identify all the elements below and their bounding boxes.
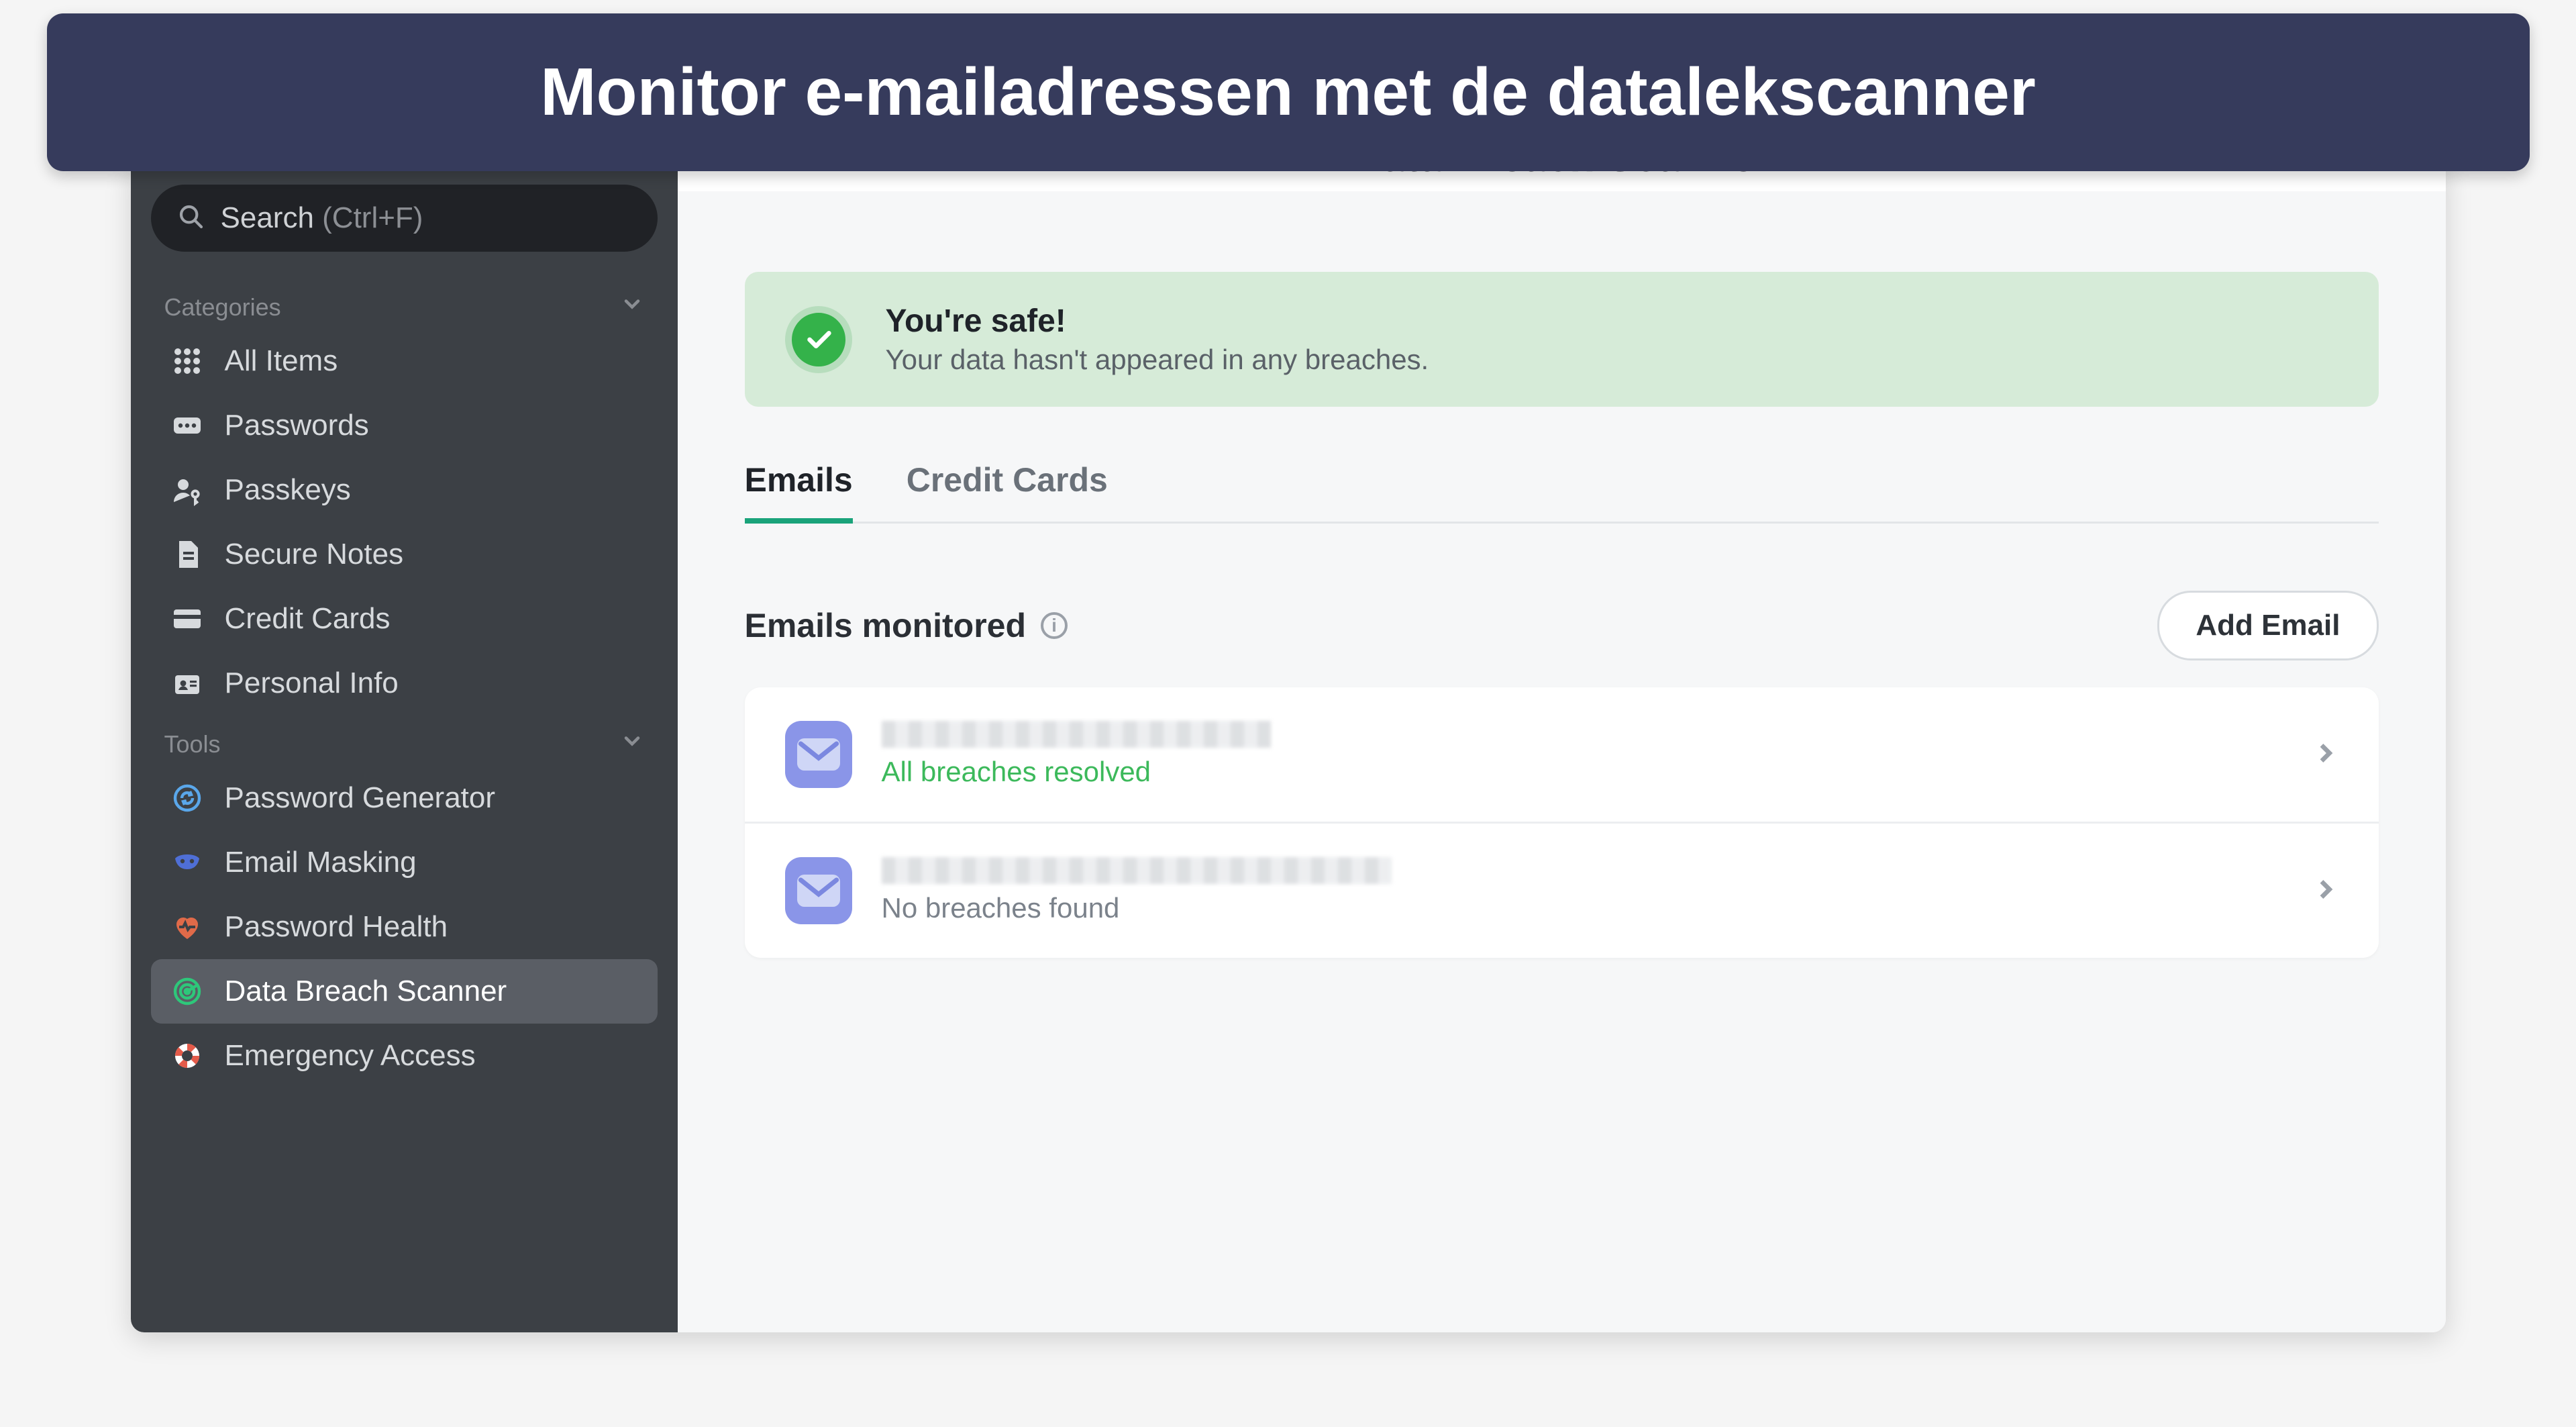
email-row[interactable]: All breaches resolved bbox=[745, 687, 2379, 824]
add-email-button[interactable]: Add Email bbox=[2157, 591, 2378, 660]
email-list: All breaches resolved No breaches found bbox=[745, 687, 2379, 958]
redacted-email bbox=[882, 721, 1271, 748]
lifebuoy-icon bbox=[170, 1038, 205, 1073]
sidebar-item-passkeys[interactable]: Passkeys bbox=[151, 458, 658, 522]
redacted-email bbox=[882, 857, 1392, 884]
search-label: Search (Ctrl+F) bbox=[221, 201, 423, 235]
sidebar-item-label: Passkeys bbox=[225, 473, 351, 507]
sidebar-item-label: All Items bbox=[225, 344, 338, 378]
list-header: Emails monitored i Add Email bbox=[745, 591, 2379, 660]
safe-alert-card: You're safe! Your data hasn't appeared i… bbox=[745, 272, 2379, 407]
email-status: No breaches found bbox=[882, 892, 2282, 924]
sidebar-item-label: Credit Cards bbox=[225, 602, 391, 636]
main-panel: Data Breach Scanner You're safe! Your da… bbox=[678, 158, 2446, 1332]
sidebar-item-label: Email Masking bbox=[225, 846, 417, 879]
chevron-down-icon bbox=[620, 292, 644, 322]
sidebar-item-data-breach-scanner[interactable]: Data Breach Scanner bbox=[151, 959, 658, 1024]
chevron-right-icon bbox=[2312, 740, 2338, 770]
health-icon bbox=[170, 909, 205, 944]
sidebar-item-label: Passwords bbox=[225, 409, 369, 442]
tab-emails[interactable]: Emails bbox=[745, 460, 853, 524]
id-icon bbox=[170, 666, 205, 701]
tab-credit-cards[interactable]: Credit Cards bbox=[907, 460, 1108, 524]
sidebar-item-label: Secure Notes bbox=[225, 538, 404, 571]
sidebar-item-label: Password Generator bbox=[225, 781, 496, 815]
password-icon bbox=[170, 408, 205, 443]
alert-title: You're safe! bbox=[886, 303, 1429, 340]
button-label: Add Email bbox=[2196, 609, 2340, 642]
sidebar-item-password-health[interactable]: Password Health bbox=[151, 895, 658, 959]
mail-icon bbox=[785, 721, 852, 788]
email-row[interactable]: No breaches found bbox=[745, 824, 2379, 958]
tabs: Emails Credit Cards bbox=[745, 460, 2379, 524]
section-header-categories[interactable]: Categories bbox=[151, 279, 658, 329]
search-icon bbox=[178, 203, 205, 234]
sidebar-item-all-items[interactable]: All Items bbox=[151, 329, 658, 393]
check-circle-icon bbox=[785, 306, 852, 373]
mail-icon bbox=[785, 857, 852, 924]
grid-icon bbox=[170, 344, 205, 379]
chevron-right-icon bbox=[2312, 876, 2338, 906]
sidebar-item-secure-notes[interactable]: Secure Notes bbox=[151, 522, 658, 587]
banner-text: Monitor e-mailadressen met de dataleksca… bbox=[540, 54, 2036, 130]
radar-icon bbox=[170, 974, 205, 1009]
section-label: Tools bbox=[164, 730, 221, 758]
mask-icon bbox=[170, 845, 205, 880]
sidebar-item-password-generator[interactable]: Password Generator bbox=[151, 766, 658, 830]
sidebar-item-label: Password Health bbox=[225, 910, 448, 944]
sidebar-item-credit-cards[interactable]: Credit Cards bbox=[151, 587, 658, 651]
note-icon bbox=[170, 537, 205, 572]
passkey-icon bbox=[170, 473, 205, 507]
sidebar-item-label: Emergency Access bbox=[225, 1039, 476, 1073]
tab-label: Credit Cards bbox=[907, 461, 1108, 499]
chevron-down-icon bbox=[620, 729, 644, 759]
overlay-banner: Monitor e-mailadressen met de dataleksca… bbox=[47, 13, 2530, 171]
sidebar: Search (Ctrl+F) Categories All Items Pas… bbox=[131, 158, 678, 1332]
tab-label: Emails bbox=[745, 461, 853, 499]
generator-icon bbox=[170, 781, 205, 816]
sidebar-item-label: Personal Info bbox=[225, 667, 399, 700]
sidebar-item-email-masking[interactable]: Email Masking bbox=[151, 830, 658, 895]
info-icon[interactable]: i bbox=[1041, 612, 1068, 639]
sidebar-item-emergency-access[interactable]: Emergency Access bbox=[151, 1024, 658, 1088]
alert-subtitle: Your data hasn't appeared in any breache… bbox=[886, 344, 1429, 376]
sidebar-item-passwords[interactable]: Passwords bbox=[151, 393, 658, 458]
list-title: Emails monitored bbox=[745, 606, 1027, 645]
card-icon bbox=[170, 601, 205, 636]
app-window: Search (Ctrl+F) Categories All Items Pas… bbox=[131, 158, 2446, 1332]
section-label: Categories bbox=[164, 293, 281, 322]
email-status: All breaches resolved bbox=[882, 756, 2282, 788]
sidebar-item-personal-info[interactable]: Personal Info bbox=[151, 651, 658, 716]
section-header-tools[interactable]: Tools bbox=[151, 716, 658, 766]
sidebar-item-label: Data Breach Scanner bbox=[225, 975, 507, 1008]
search-input[interactable]: Search (Ctrl+F) bbox=[151, 185, 658, 252]
